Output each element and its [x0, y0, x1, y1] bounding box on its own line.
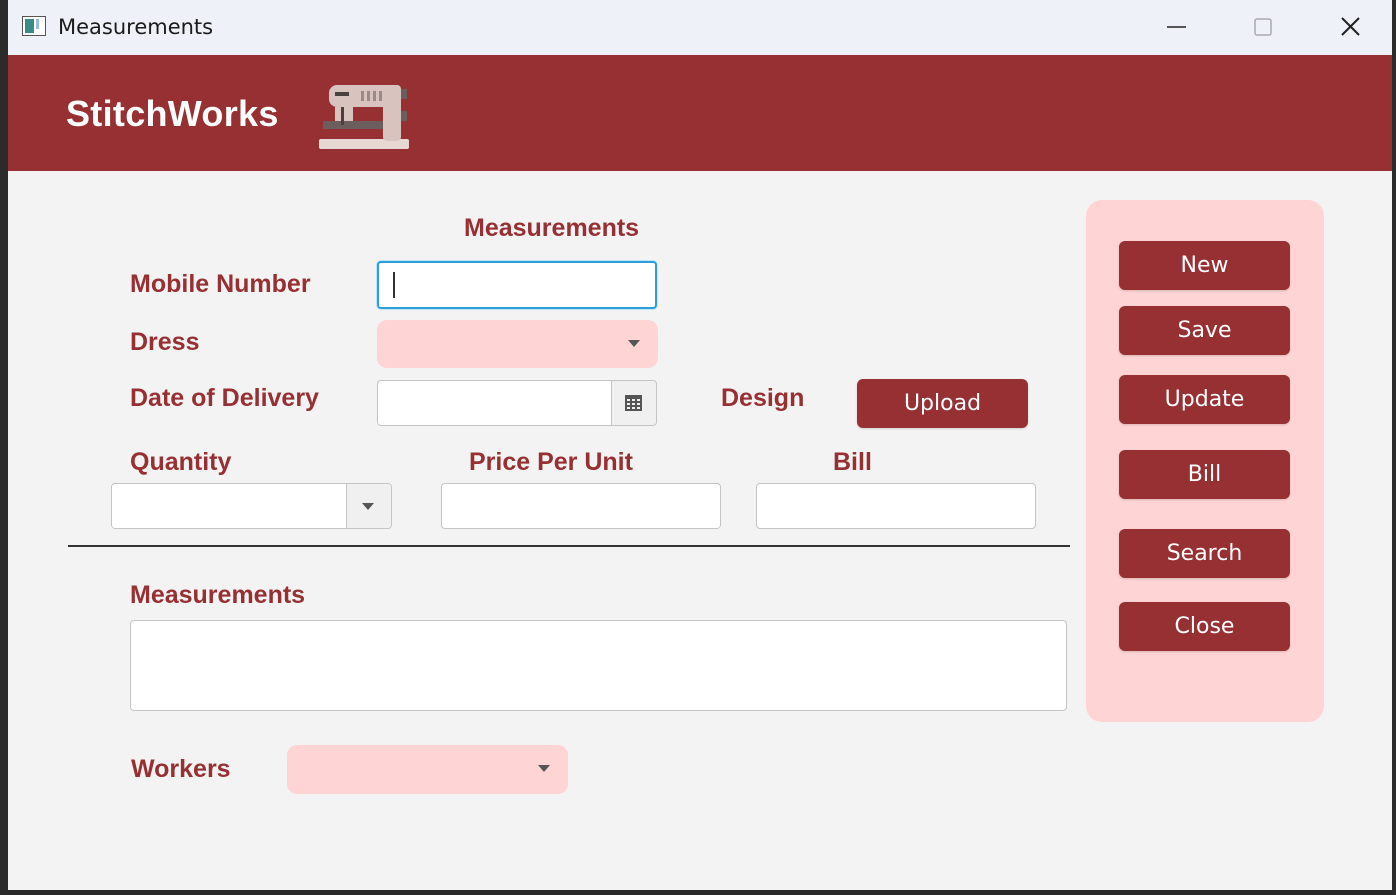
measurements-window: Measurements StitchWorks Measurements Mo… [8, 0, 1392, 890]
mobile-number-input[interactable] [377, 261, 657, 309]
new-button[interactable]: New [1119, 241, 1290, 290]
calendar-button[interactable] [611, 381, 656, 425]
divider [68, 545, 1070, 547]
design-label: Design [721, 384, 805, 412]
text-caret [393, 272, 395, 298]
bill-label: Bill [833, 448, 872, 476]
section-title: Measurements [464, 214, 640, 242]
dress-combo[interactable] [377, 320, 658, 368]
workers-label: Workers [131, 755, 231, 783]
app-header: StitchWorks [8, 55, 1392, 171]
calendar-icon [625, 395, 642, 411]
bill-button[interactable]: Bill [1119, 450, 1290, 499]
delivery-date-picker[interactable] [377, 380, 657, 426]
minimize-icon[interactable] [1153, 10, 1199, 44]
update-button[interactable]: Update [1119, 375, 1290, 424]
chevron-down-icon [538, 765, 550, 772]
close-button[interactable]: Close [1119, 602, 1290, 651]
title-bar: Measurements [8, 0, 1392, 55]
measurements-textarea[interactable] [130, 620, 1067, 711]
app-icon [22, 16, 46, 36]
price-per-unit-input[interactable] [441, 483, 721, 529]
maximize-icon[interactable] [1240, 10, 1286, 44]
quantity-label: Quantity [130, 448, 232, 476]
mobile-number-label: Mobile Number [130, 270, 311, 298]
window-title: Measurements [58, 15, 214, 39]
delivery-date-label: Date of Delivery [130, 384, 319, 412]
save-button[interactable]: Save [1119, 306, 1290, 355]
search-button[interactable]: Search [1119, 529, 1290, 578]
chevron-down-icon [362, 503, 374, 510]
brand-title: StitchWorks [66, 93, 279, 134]
measurements-label: Measurements [130, 581, 306, 609]
upload-button[interactable]: Upload [857, 379, 1028, 428]
sewing-machine-icon [319, 85, 409, 149]
bill-input[interactable] [756, 483, 1036, 529]
workers-combo[interactable] [287, 745, 568, 794]
quantity-combo[interactable] [111, 483, 392, 529]
dress-label: Dress [130, 328, 200, 356]
close-window-icon[interactable] [1327, 10, 1373, 44]
chevron-down-icon [628, 340, 640, 347]
price-per-unit-label: Price Per Unit [469, 448, 633, 476]
quantity-dropdown-button[interactable] [346, 484, 391, 528]
